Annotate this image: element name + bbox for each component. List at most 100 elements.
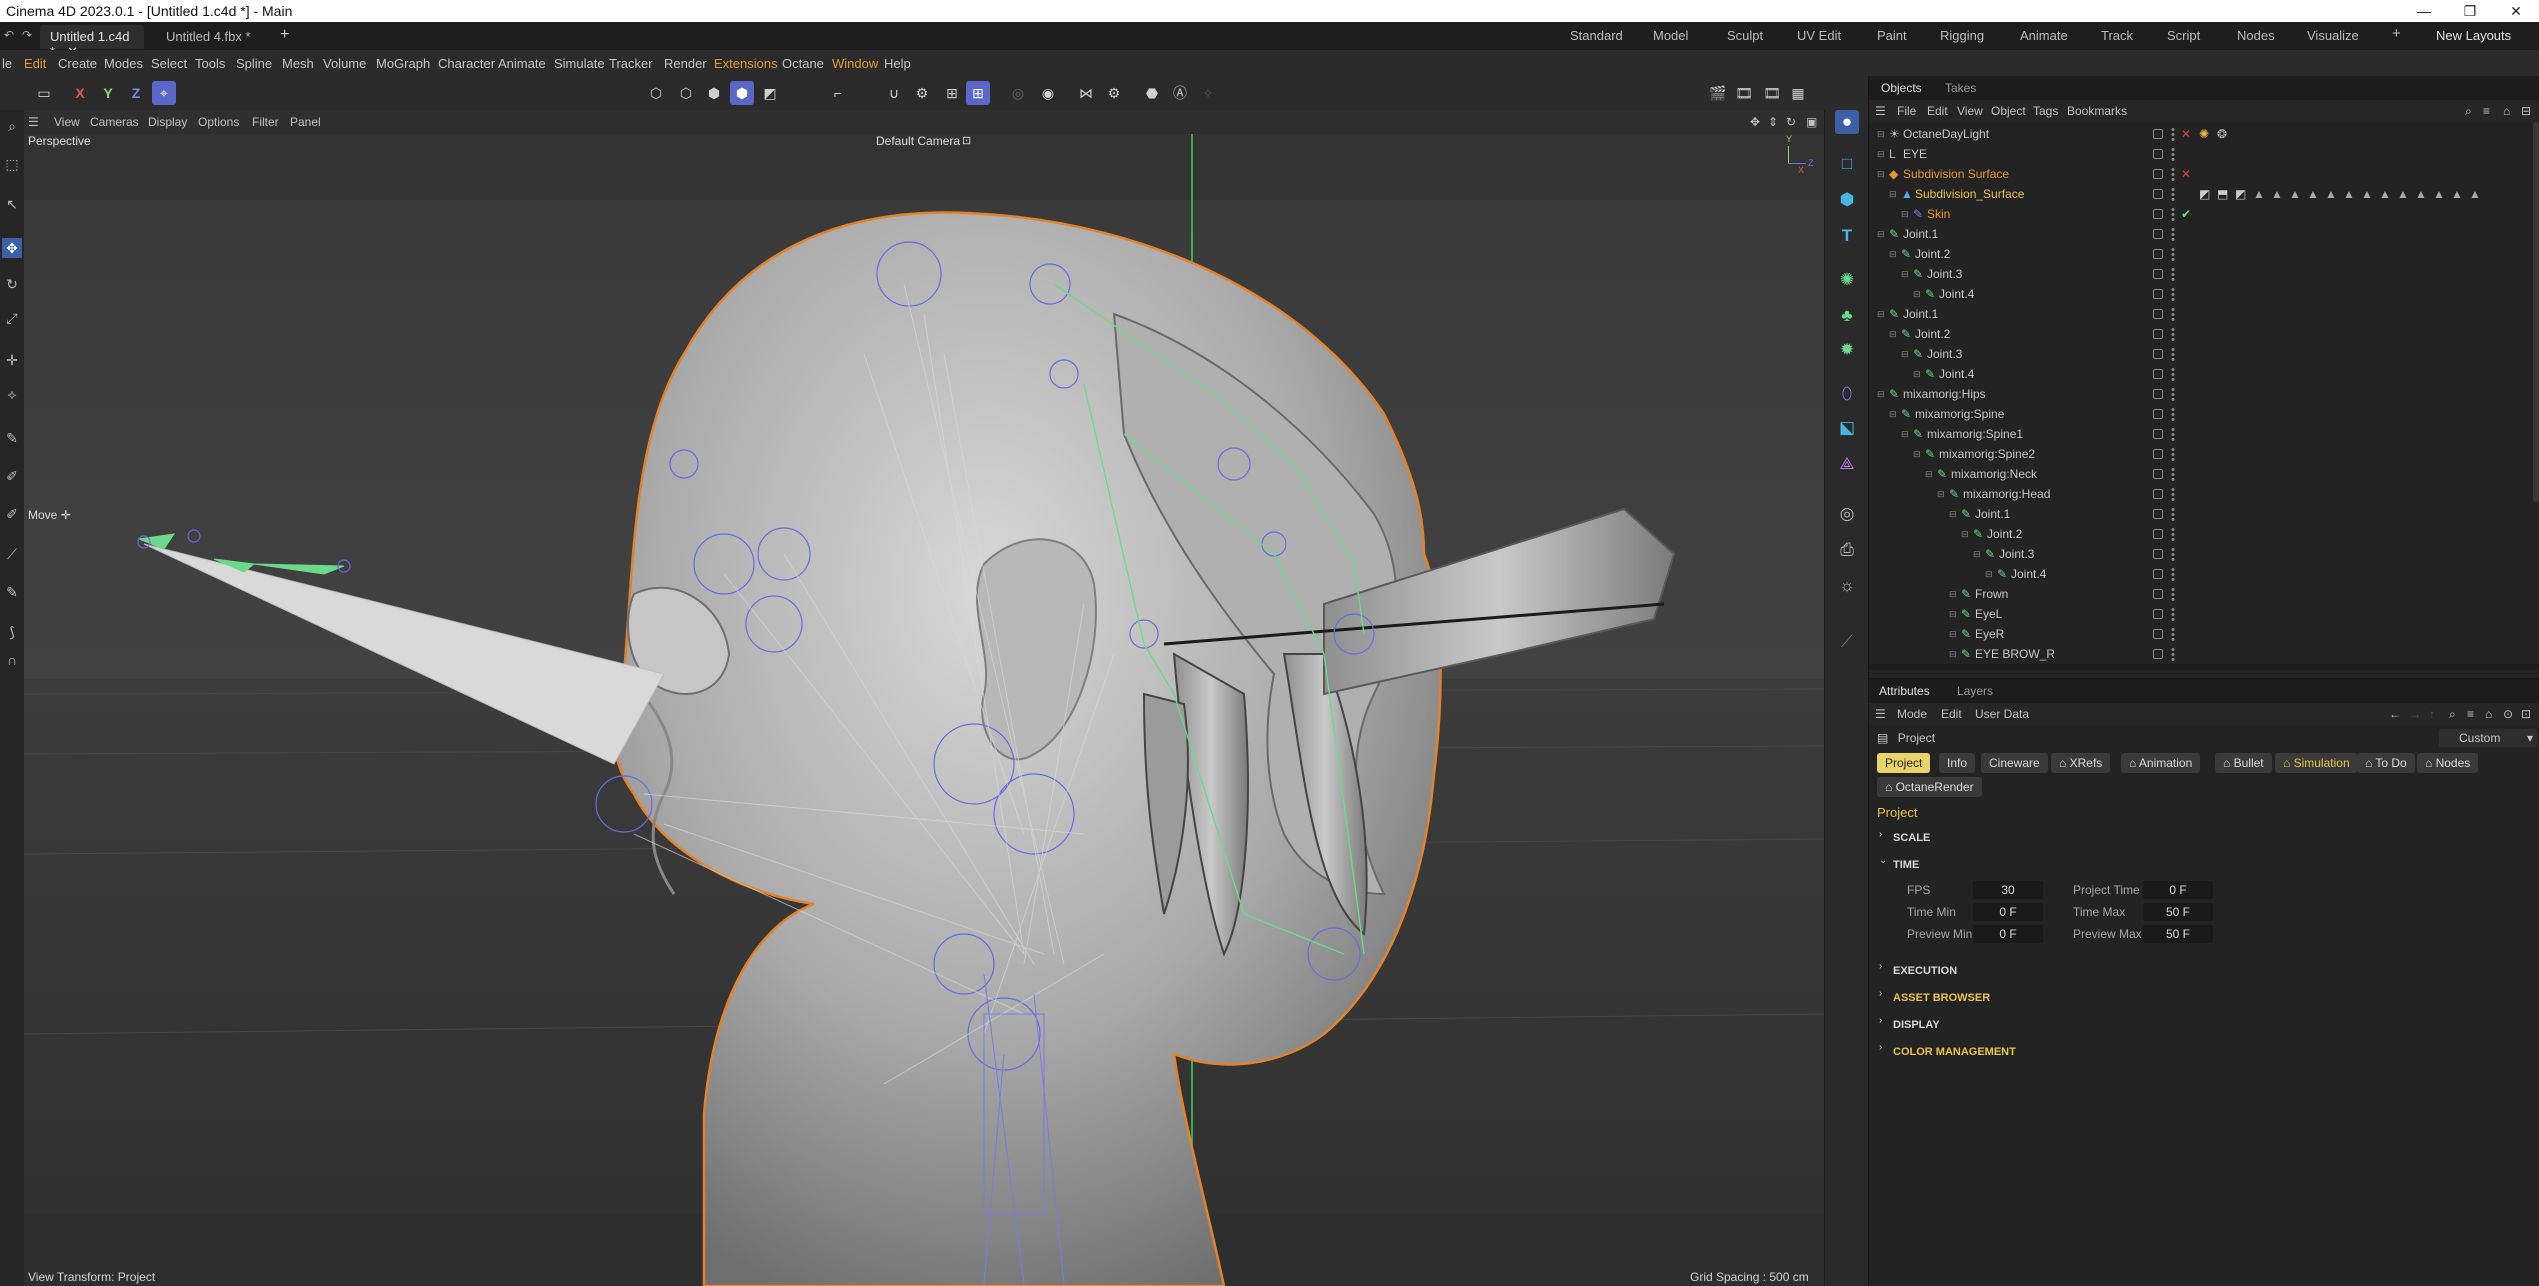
layer-checkbox[interactable] — [2153, 389, 2163, 399]
grid-snap-icon[interactable]: ⊞ — [966, 81, 990, 105]
objects-new-view-icon[interactable]: ⊟ — [2521, 104, 2531, 118]
object-tag-icon[interactable]: ⬒ — [2217, 184, 2228, 204]
brush-tool-icon[interactable]: ✎ — [2, 582, 22, 602]
minimize-icon[interactable]: — — [2401, 0, 2447, 22]
object-tag-icon[interactable]: ▲ — [2469, 184, 2481, 204]
menu-create[interactable]: Create — [58, 56, 97, 71]
objects-filter-icon[interactable]: ≡ — [2483, 104, 2490, 118]
layer-checkbox[interactable] — [2153, 489, 2163, 499]
y-axis-toggle[interactable]: Y — [96, 81, 120, 105]
visibility-dots-icon[interactable] — [2171, 387, 2175, 401]
viewport-maximize-icon[interactable]: ▣ — [1806, 115, 1817, 129]
layout-sculpt[interactable]: Sculpt — [1727, 28, 1763, 43]
expand-toggle-icon[interactable]: ⊟ — [1949, 624, 1957, 644]
expand-toggle-icon[interactable]: ⊟ — [1913, 444, 1921, 464]
object-row[interactable]: ⊟ ✎ EYE BROW_R — [1869, 644, 2539, 664]
layer-checkbox[interactable] — [2153, 589, 2163, 599]
viewport[interactable]: Perspective Default Camera ⊡ Move ✛ View… — [24, 134, 1824, 1286]
symmetry-icon[interactable]: ⋈ — [1074, 81, 1098, 105]
section-time[interactable]: TIME — [1893, 859, 1919, 871]
layout-track[interactable]: Track — [2101, 28, 2133, 43]
light-object-icon[interactable]: ☼ — [1835, 574, 1859, 598]
object-tag-icon[interactable]: ▲ — [2433, 184, 2445, 204]
layout-script[interactable]: Script — [2167, 28, 2200, 43]
time-min-field[interactable]: 0 F — [1973, 903, 2043, 921]
objects-search-icon[interactable]: ⌕ — [2465, 104, 2472, 119]
object-tag-icon[interactable]: ▲ — [2451, 184, 2463, 204]
viewport-menu-icon[interactable]: ☰ — [28, 115, 39, 129]
chevron-right-icon[interactable]: › — [1879, 988, 1882, 999]
visibility-dots-icon[interactable] — [2171, 487, 2175, 501]
preset-dropdown[interactable]: Custom ▾ — [2439, 729, 2537, 747]
modeling-settings-icon[interactable]: ⚙ — [1102, 81, 1126, 105]
up-arrow-icon[interactable]: ↑ — [2429, 707, 2435, 721]
expand-toggle-icon[interactable]: ⊟ — [1973, 544, 1981, 564]
layout-visualize[interactable]: Visualize — [2307, 28, 2359, 43]
visibility-dots-icon[interactable] — [2171, 607, 2175, 621]
object-tag-icon[interactable]: ◩ — [2199, 184, 2210, 204]
expand-toggle-icon[interactable]: ⊟ — [1985, 564, 1993, 584]
object-tag-icon[interactable]: ▲ — [2289, 184, 2301, 204]
layer-checkbox[interactable] — [2153, 229, 2163, 239]
expand-toggle-icon[interactable]: ⊟ — [1901, 344, 1909, 364]
object-row[interactable]: ⊟ ✎ EyeR — [1869, 624, 2539, 644]
viewport-move-icon[interactable]: ✥ — [1750, 115, 1760, 129]
layer-checkbox[interactable] — [2153, 649, 2163, 659]
expand-toggle-icon[interactable]: ⊟ — [1877, 124, 1885, 144]
expand-toggle-icon[interactable]: ⊟ — [1889, 404, 1897, 424]
attributes-menu-edit[interactable]: Edit — [1941, 707, 1962, 721]
object-tag-icon[interactable]: ▲ — [2379, 184, 2391, 204]
menu-simulate[interactable]: Simulate — [554, 56, 605, 71]
x-axis-toggle[interactable]: X — [68, 81, 92, 105]
chip-info[interactable]: Info — [1939, 753, 1976, 773]
menu-modes[interactable]: Modes — [104, 56, 143, 71]
object-row[interactable]: ⊟ ✎ mixamorig:Spine2 — [1869, 444, 2539, 464]
objects-vscrollbar[interactable] — [2533, 122, 2539, 502]
preview-max-field[interactable]: 50 F — [2143, 925, 2213, 943]
null-object-icon[interactable]: ● — [1835, 110, 1859, 134]
paint-tool-icon[interactable]: ✐ — [2, 504, 22, 524]
objects-hscrollbar[interactable] — [1869, 664, 2539, 670]
object-row[interactable]: ⊟ ▲ Subdivision_Surface ◩ ⬒ ◩ ▲ ▲ ▲ ▲ ▲ ▲ ▲ ▲ ▲ ▲ ▲ ▲ ▲ — [1869, 184, 2539, 204]
viewport-menu-view[interactable]: View — [54, 115, 80, 129]
octane-tag-icon[interactable]: ❂ — [2217, 124, 2227, 144]
visibility-dots-icon[interactable] — [2171, 467, 2175, 481]
check-icon[interactable]: ✔ — [2181, 204, 2191, 224]
attributes-menu-mode[interactable]: Mode — [1897, 707, 1927, 721]
tab-layers[interactable]: Layers — [1957, 684, 1993, 698]
generator-icon[interactable]: ✺ — [1835, 268, 1859, 292]
cube-outline-icon[interactable]: □ — [1835, 152, 1859, 176]
points-mode-icon[interactable]: ⬡ — [644, 81, 668, 105]
chevron-right-icon[interactable]: › — [1879, 1042, 1882, 1053]
chip-animation[interactable]: ⌂ Animation — [2121, 753, 2201, 773]
fps-field[interactable]: 30 — [1973, 881, 2043, 899]
render-view-icon[interactable]: 🎬 — [1706, 81, 1730, 105]
attributes-filter-icon[interactable]: ≡ — [2467, 707, 2474, 721]
cube-icon[interactable]: ⬢ — [1835, 188, 1859, 212]
render-settings-icon[interactable]: 🎞 — [1760, 81, 1784, 105]
expand-toggle-icon[interactable]: ⊟ — [1913, 364, 1921, 384]
objects-menu-bookmarks[interactable]: Bookmarks — [2067, 104, 2127, 118]
objects-menu-tags[interactable]: Tags — [2033, 104, 2058, 118]
visibility-dots-icon[interactable] — [2171, 527, 2175, 541]
scale-tool-icon[interactable]: ⤢ — [2, 308, 22, 328]
object-row[interactable]: ⊟ ✎ Joint.4 — [1869, 564, 2539, 584]
expand-toggle-icon[interactable]: ⊟ — [1913, 284, 1921, 304]
object-row[interactable]: ⊟ ✎ mixamorig:Hips — [1869, 384, 2539, 404]
back-arrow-icon[interactable]: ← — [2389, 707, 2401, 721]
octane-icon[interactable]: ⬣ — [1140, 81, 1164, 105]
layer-checkbox[interactable] — [2153, 429, 2163, 439]
section-execution[interactable]: EXECUTION — [1893, 965, 1957, 977]
snap-settings-icon[interactable]: ⚙ — [910, 81, 934, 105]
magnet-tool-icon[interactable]: ∩ — [2, 650, 22, 670]
visibility-dots-icon[interactable] — [2171, 267, 2175, 281]
object-tag-icon[interactable]: ▲ — [2343, 184, 2355, 204]
redo-icon[interactable]: ↷ — [22, 28, 32, 42]
add-layout-icon[interactable]: + — [2392, 25, 2401, 42]
menu-character[interactable]: Character — [438, 56, 495, 71]
octane-live-icon[interactable]: Ⓐ — [1168, 81, 1192, 105]
tab-attributes[interactable]: Attributes — [1879, 684, 1930, 698]
chevron-down-icon[interactable]: ⌄ — [1879, 855, 1887, 866]
tab-objects[interactable]: Objects — [1881, 81, 1922, 95]
text-icon[interactable]: T — [1835, 224, 1859, 248]
